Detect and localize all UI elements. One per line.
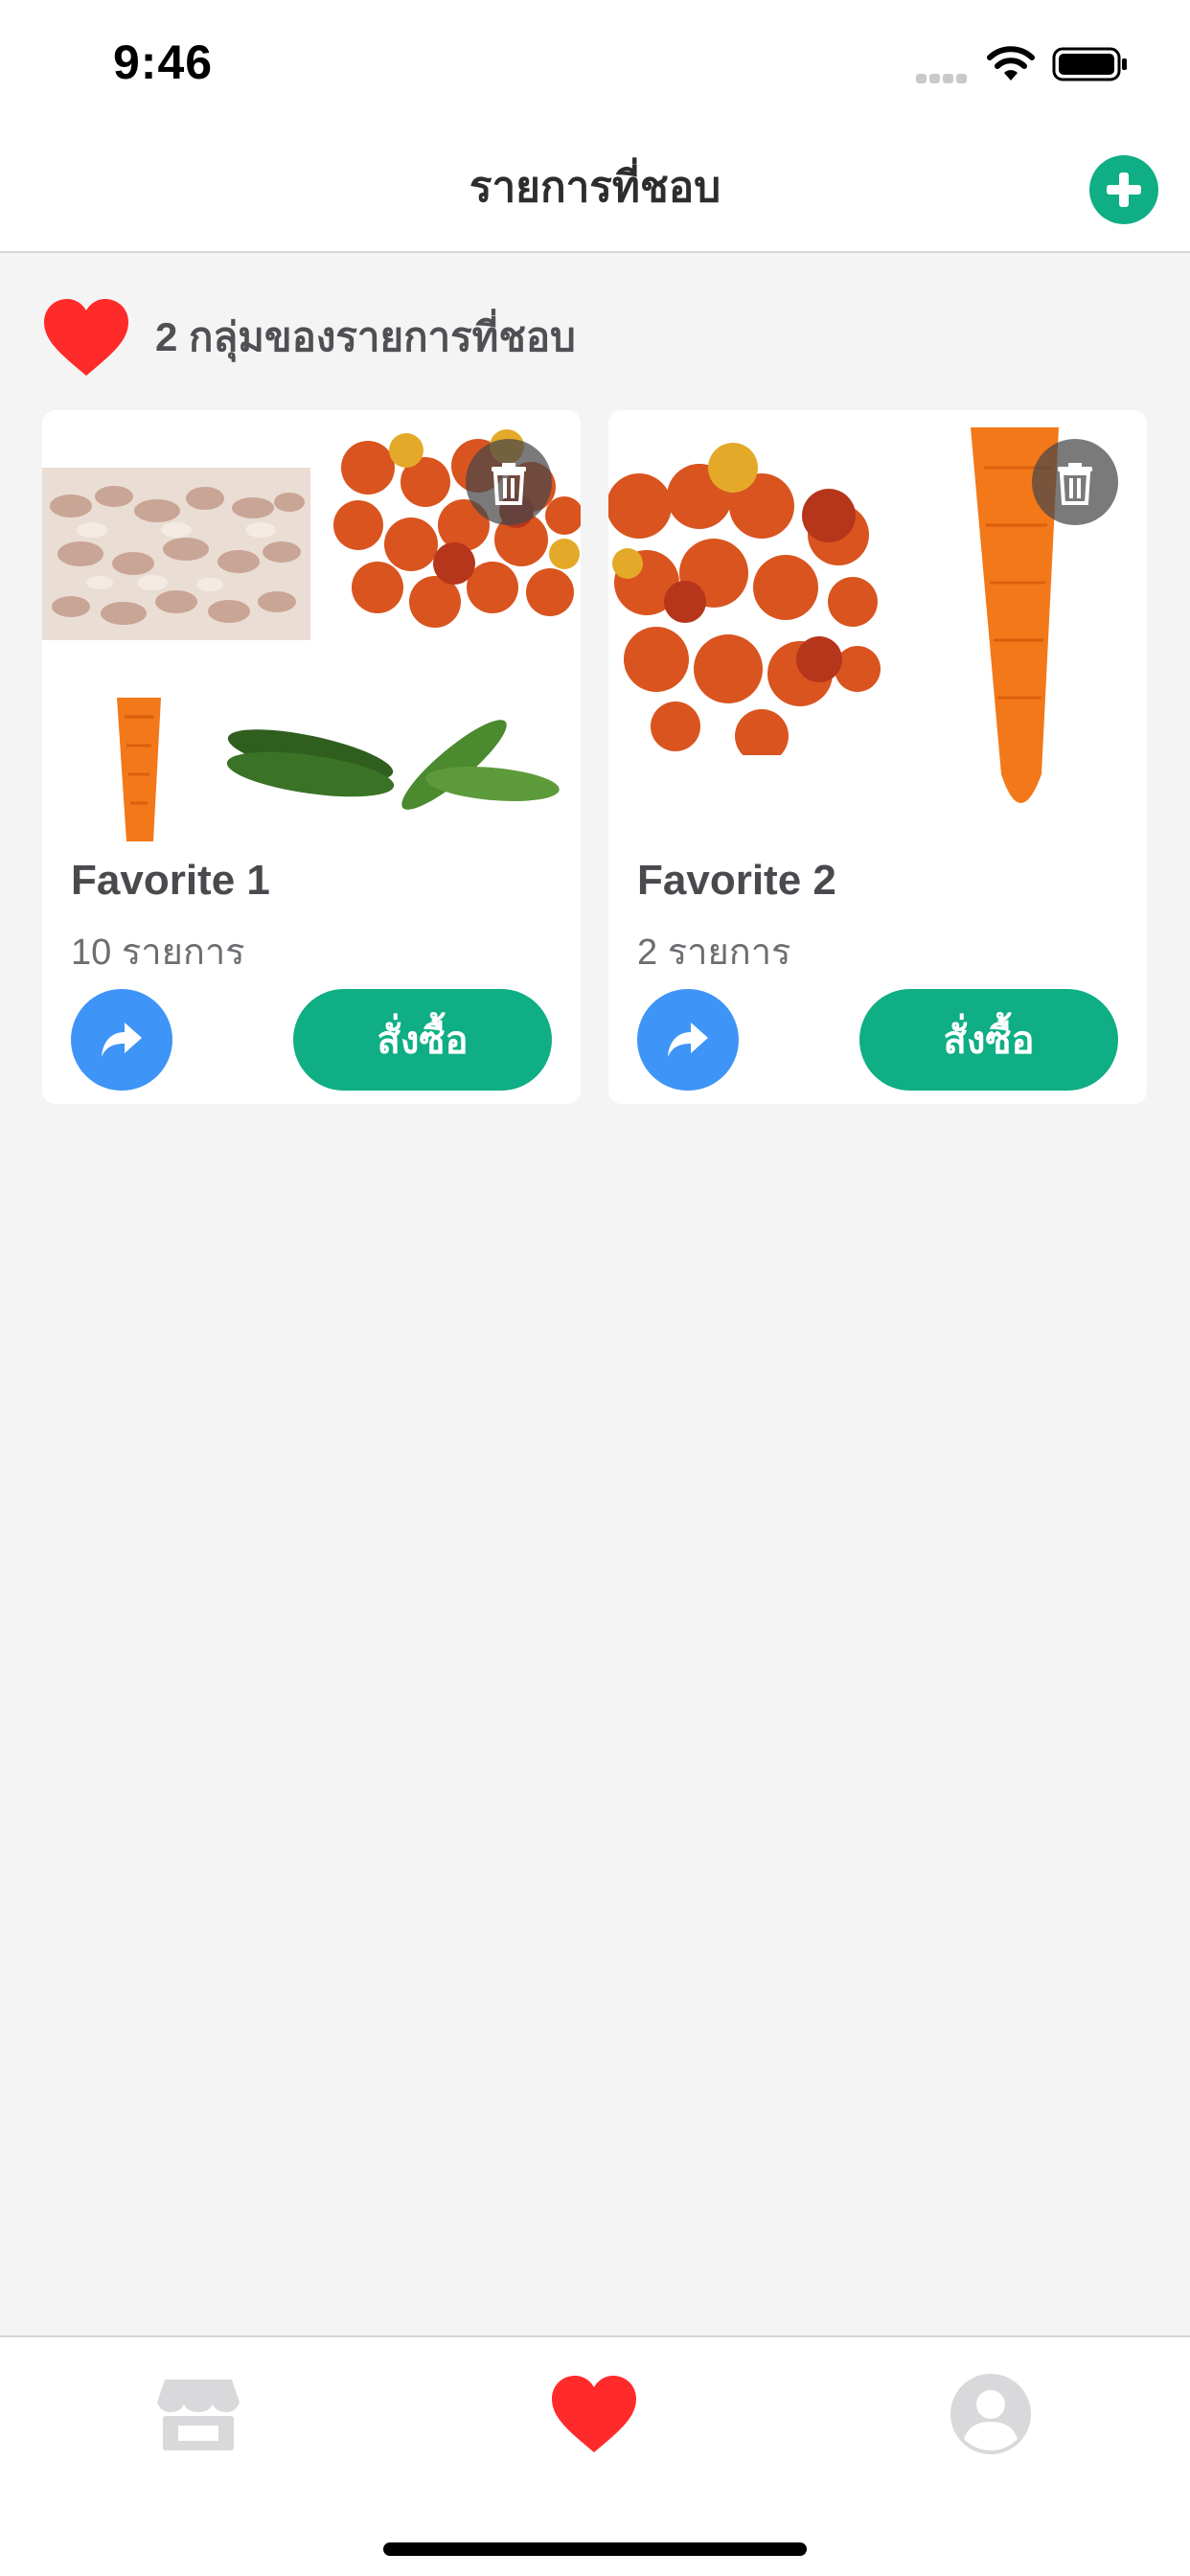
favorite-item-count: 10 รายการ — [71, 932, 245, 973]
wifi-icon — [987, 46, 1035, 80]
share-arrow-icon — [668, 1023, 708, 1057]
group-count-label: 2 กลุ่มของรายการที่ชอบ — [155, 314, 576, 359]
favorite-item-count: 2 รายการ — [637, 932, 791, 973]
tab-store[interactable] — [150, 2366, 246, 2462]
share-button[interactable] — [637, 989, 739, 1091]
store-icon — [157, 2380, 240, 2450]
status-time: 9:46 — [113, 35, 214, 89]
garlic-thumbnail — [42, 468, 310, 640]
share-button[interactable] — [71, 989, 172, 1091]
battery-icon — [1052, 47, 1127, 81]
heart-icon — [552, 2376, 636, 2452]
order-button[interactable]: สั่งซื้อ — [859, 989, 1118, 1091]
cellular-signal-icon — [916, 71, 970, 83]
status-bar: 9:46 — [0, 0, 1190, 126]
delete-group-button[interactable] — [466, 439, 552, 525]
share-arrow-icon — [102, 1023, 142, 1057]
tab-bar — [0, 2335, 1190, 2576]
favorite-name: Favorite 1 — [71, 857, 270, 904]
home-indicator — [383, 2542, 807, 2556]
account-icon — [950, 2374, 1031, 2454]
tab-account[interactable] — [943, 2366, 1039, 2462]
favorite-card[interactable]: Favorite 2 2 รายการ สั่งซื้อ — [608, 410, 1147, 1104]
add-group-button[interactable] — [1089, 155, 1158, 224]
navigation-bar: รายการที่ชอบ — [0, 126, 1190, 253]
trash-icon — [1058, 463, 1092, 505]
favorites-screen: 9:46 รายการที่ชอบ 2 กลุ่มของรายการที่ชอบ — [0, 0, 1190, 2576]
favorite-name: Favorite 2 — [637, 857, 836, 904]
heart-icon — [44, 299, 128, 376]
plus-icon — [1107, 172, 1141, 207]
order-button[interactable]: สั่งซื้อ — [293, 989, 552, 1091]
delete-group-button[interactable] — [1032, 439, 1118, 525]
trash-icon — [492, 463, 526, 505]
group-summary: 2 กลุ่มของรายการที่ชอบ — [42, 299, 576, 376]
page-title: รายการที่ชอบ — [469, 164, 721, 211]
favorite-card[interactable]: Favorite 1 10 รายการ สั่งซื้อ — [42, 410, 581, 1104]
tab-favorite[interactable] — [546, 2366, 642, 2462]
